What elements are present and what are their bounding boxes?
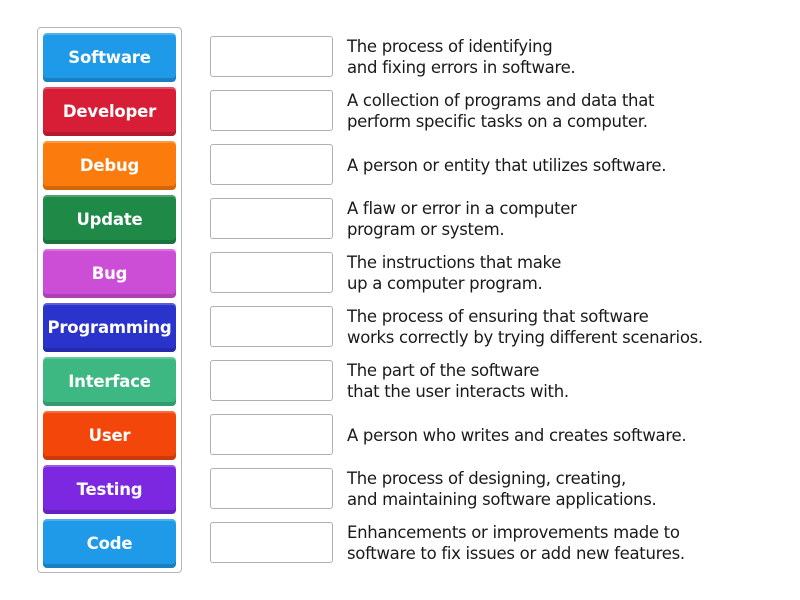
match-row: The instructions that make up a computer… bbox=[210, 248, 780, 298]
match-row: A collection of programs and data that p… bbox=[210, 86, 780, 136]
definition-text: A person or entity that utilizes softwar… bbox=[347, 155, 667, 175]
term-tile-bug[interactable]: Bug bbox=[43, 249, 176, 298]
answer-drop-slot[interactable] bbox=[210, 306, 333, 347]
term-tile-code[interactable]: Code bbox=[43, 519, 176, 568]
definition-text: The process of identifying and fixing er… bbox=[347, 37, 576, 77]
answer-drop-slot[interactable] bbox=[210, 144, 333, 185]
term-tile-software[interactable]: Software bbox=[43, 33, 176, 82]
term-bank: Software Developer Debug Update Bug Prog… bbox=[37, 27, 182, 573]
definition-text: A collection of programs and data that p… bbox=[347, 91, 655, 131]
match-row: The part of the software that the user i… bbox=[210, 356, 780, 406]
answer-drop-slot[interactable] bbox=[210, 252, 333, 293]
definition-text: A flaw or error in a computer program or… bbox=[347, 199, 577, 239]
definition-text: The process of designing, creating, and … bbox=[347, 469, 657, 509]
match-row: The process of ensuring that software wo… bbox=[210, 302, 780, 352]
match-row: A person who writes and creates software… bbox=[210, 410, 780, 460]
answer-drop-slot[interactable] bbox=[210, 90, 333, 131]
definition-text: The part of the software that the user i… bbox=[347, 361, 569, 401]
answer-drop-slot[interactable] bbox=[210, 360, 333, 401]
definition-text: The instructions that make up a computer… bbox=[347, 253, 562, 293]
term-tile-interface[interactable]: Interface bbox=[43, 357, 176, 406]
answer-drop-slot[interactable] bbox=[210, 198, 333, 239]
answer-drop-slot[interactable] bbox=[210, 468, 333, 509]
term-tile-testing[interactable]: Testing bbox=[43, 465, 176, 514]
match-row: A flaw or error in a computer program or… bbox=[210, 194, 780, 244]
term-tile-debug[interactable]: Debug bbox=[43, 141, 176, 190]
match-row: A person or entity that utilizes softwar… bbox=[210, 140, 780, 190]
definition-text: A person who writes and creates software… bbox=[347, 425, 687, 445]
term-tile-user[interactable]: User bbox=[43, 411, 176, 460]
match-row: The process of designing, creating, and … bbox=[210, 464, 780, 514]
definition-text: The process of ensuring that software wo… bbox=[347, 307, 703, 347]
answer-drop-slot[interactable] bbox=[210, 522, 333, 563]
term-tile-developer[interactable]: Developer bbox=[43, 87, 176, 136]
answer-drop-slot[interactable] bbox=[210, 36, 333, 77]
match-row: Enhancements or improvements made to sof… bbox=[210, 518, 780, 568]
definition-text: Enhancements or improvements made to sof… bbox=[347, 523, 685, 563]
term-tile-update[interactable]: Update bbox=[43, 195, 176, 244]
match-row: The process of identifying and fixing er… bbox=[210, 32, 780, 82]
term-tile-programming[interactable]: Programming bbox=[43, 303, 176, 352]
answer-drop-slot[interactable] bbox=[210, 414, 333, 455]
